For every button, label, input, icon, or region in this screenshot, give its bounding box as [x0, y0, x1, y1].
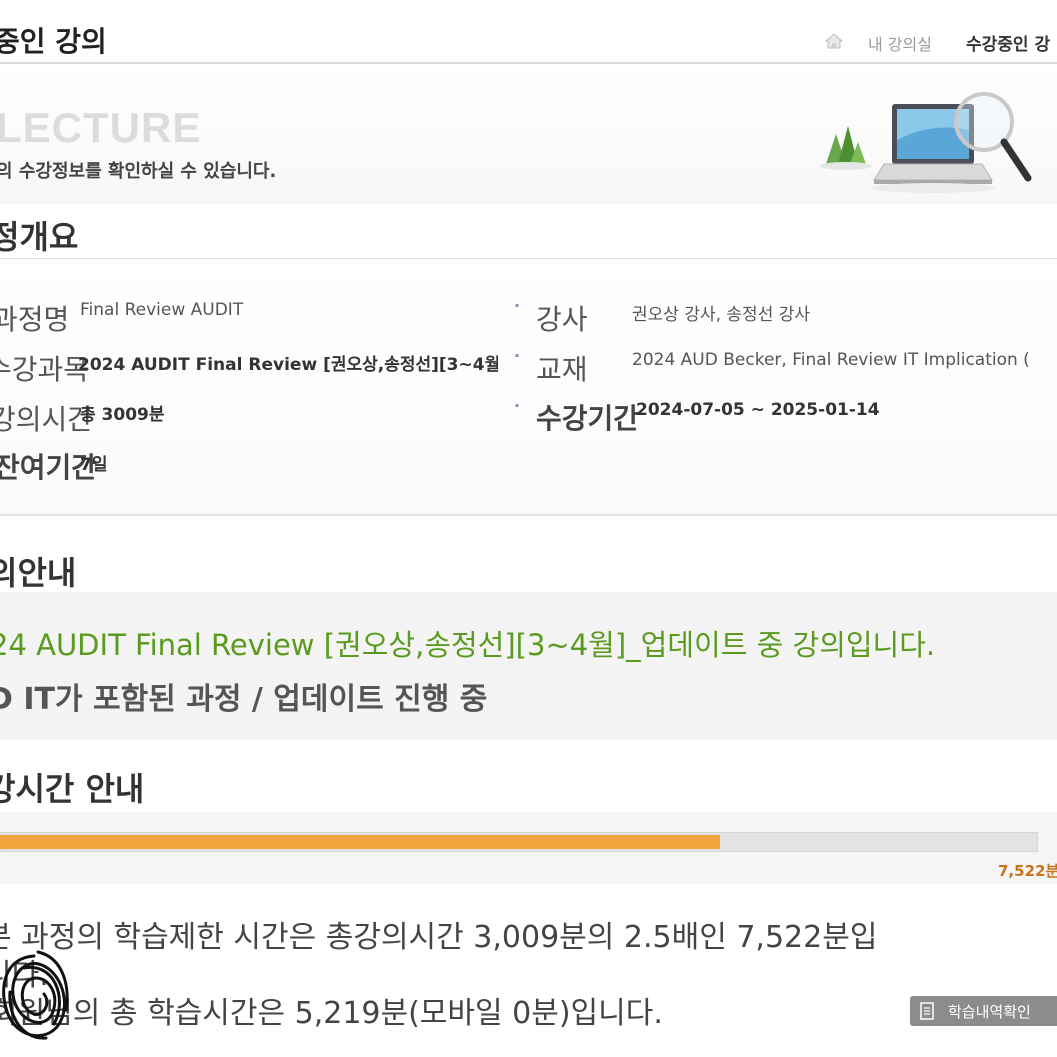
scribble-mark [2, 950, 69, 1040]
page-title: 중인 강의 [0, 25, 107, 58]
subject-label: 수강과목 [0, 353, 90, 386]
enrollment-period-label: 수강기간 [536, 402, 640, 435]
total-study-time-text: 회원님의 총 학습시간은 5,219분(모바일 0분)입니다. [0, 996, 663, 1031]
textbook-label: 교재 [536, 353, 588, 386]
instructor-value: 권오상 강사, 송정선 강사 [632, 305, 811, 325]
breadcrumb-current: 수강중인 강 [966, 35, 1051, 55]
instructor-label: 강사 [536, 303, 588, 336]
breadcrumb-my-room[interactable]: 내 강의실 [868, 31, 932, 55]
textbook-value: 2024 AUD Becker, Final Review IT Implica… [632, 350, 1030, 370]
laptop-magnifier-icon [820, 92, 1032, 193]
course-name-value: Final Review AUDIT [80, 300, 244, 320]
course-name-label: 과정명 [0, 303, 70, 336]
section-heading-overview: 정개요 [0, 218, 79, 256]
document-icon [920, 1002, 934, 1020]
banner-title: LECTURE [0, 104, 202, 151]
bullet-icon: · [514, 346, 521, 365]
bullet-icon: · [514, 396, 521, 415]
study-limit-label: 7,522분 [998, 862, 1057, 880]
section-heading-guide: 의안내 [0, 554, 77, 592]
subject-value: 2024 AUDIT Final Review [권오상,송정선][3~4월]_… [78, 355, 498, 375]
lecture-time-value: 총 3009분 [80, 405, 165, 425]
study-history-button[interactable]: 학습내역확인 [910, 996, 1057, 1026]
banner-description: 의 수강정보를 확인하실 수 있습니다. [0, 161, 277, 182]
guide-note: D IT가 포함된 과정 / 업데이트 진행 중 [0, 682, 488, 717]
bullet-icon: · [514, 296, 521, 315]
section-heading-study-time: 강시간 안내 [0, 770, 145, 808]
home-icon[interactable] [824, 32, 844, 50]
guide-course-title: 24 AUDIT Final Review [권오상,송정선][3~4월]_업데… [0, 628, 936, 662]
remaining-period-value: 7일 [80, 455, 108, 475]
study-history-label: 학습내역확인 [948, 1003, 1031, 1021]
study-limit-text: 본 과정의 학습제한 시간은 총강의시간 3,009분의 2.5배인 7,522… [0, 920, 878, 955]
enrollment-period-value: 2024-07-05 ~ 2025-01-14 [636, 400, 880, 420]
study-progress-fill [0, 835, 720, 849]
overview-panel [0, 259, 1057, 516]
